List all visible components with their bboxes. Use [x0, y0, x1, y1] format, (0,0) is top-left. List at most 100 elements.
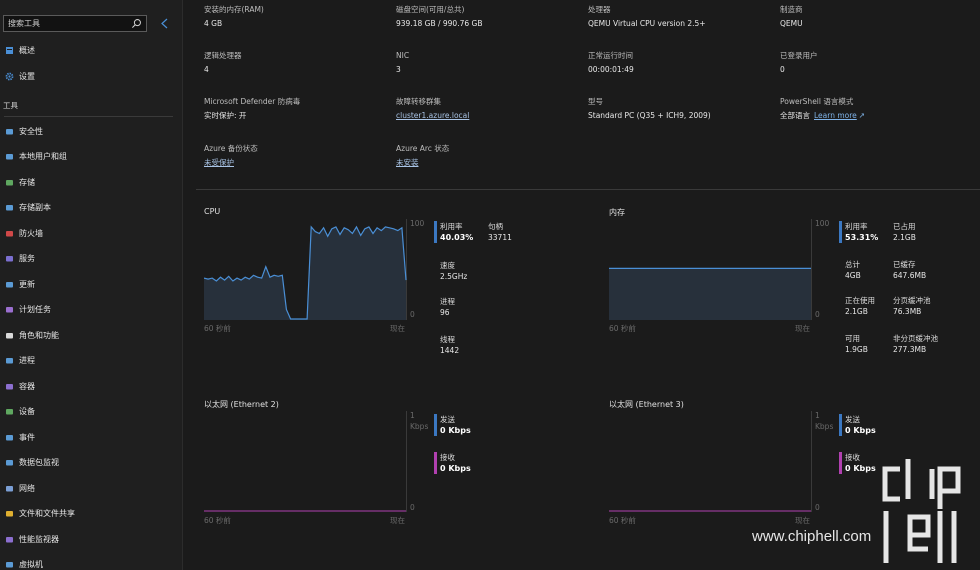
info-value-text[interactable]: 未安装 — [396, 158, 419, 167]
sidebar-item-label: 计划任务 — [19, 305, 51, 314]
sidebar-item-label: 角色和功能 — [19, 330, 59, 340]
sidebar-item-firewall[interactable]: 防火墙 — [0, 224, 178, 242]
sidebar-item-label: 文件和文件共享 — [19, 509, 75, 518]
watermark-text: www.chiphell.com — [752, 528, 872, 545]
sidebar-item-folder[interactable]: 文件和文件共享 — [0, 505, 178, 523]
info-value-link[interactable]: 未受保护 — [204, 158, 258, 168]
events-icon — [5, 433, 14, 442]
memory-y-max: 100 — [815, 219, 830, 228]
devices-icon — [5, 407, 14, 416]
sidebar-item-processes[interactable]: 进程 — [0, 352, 178, 370]
sidebar-item-label: 本地用户和组 — [19, 152, 67, 161]
nav-item-settings[interactable]: 设置 — [0, 67, 178, 85]
learn-more-link[interactable]: Learn more — [814, 111, 857, 120]
sidebar-item-roles[interactable]: 角色和功能 — [0, 326, 178, 344]
sidebar-item-label: 数据包监视 — [19, 458, 59, 467]
info-cell: 型号 Standard PC (Q35 + ICH9, 2009) — [588, 97, 711, 121]
nav-item-label: 概述 — [19, 45, 35, 55]
sidebar-item-label: 服务 — [19, 254, 35, 263]
info-value-text: 4 GB — [204, 19, 223, 28]
search-box[interactable] — [3, 15, 147, 32]
ethernet3-x-left: 60 秒前 — [609, 516, 636, 525]
info-key: Microsoft Defender 防病毒 — [204, 97, 301, 106]
memory-x-left: 60 秒前 — [609, 324, 636, 333]
info-value: 4 — [204, 65, 242, 75]
info-cell: 已登录用户 0 — [780, 51, 818, 75]
info-cell: Azure 备份状态 未受保护 — [204, 144, 258, 168]
roles-icon — [5, 331, 14, 340]
info-key: 安装的内存(RAM) — [204, 5, 264, 14]
ethernet2-x-right: 现在 — [390, 516, 405, 525]
sidebar-item-shield[interactable]: 安全性 — [0, 122, 178, 140]
cpu-utilization-stat: 利用率 40.03% — [434, 221, 473, 243]
updates-icon — [5, 280, 14, 289]
info-value: QEMU Virtual CPU version 2.5+ — [588, 19, 706, 29]
info-value: QEMU — [780, 19, 803, 29]
external-link-icon[interactable]: ↗ — [859, 111, 865, 120]
info-value-link[interactable]: cluster1.azure.local — [396, 111, 469, 121]
info-cell: 安装的内存(RAM) 4 GB — [204, 5, 264, 29]
sidebar-item-services[interactable]: 服务 — [0, 250, 178, 268]
cpu-y-min: 0 — [410, 310, 415, 319]
info-cell: 处理器 QEMU Virtual CPU version 2.5+ — [588, 5, 706, 29]
memory-x-right: 现在 — [795, 324, 810, 333]
sidebar-item-label: 事件 — [19, 432, 35, 442]
memory-committed-stat: 正在使用 2.1GB — [845, 296, 875, 316]
ethernet3-y-unit: Kbps — [815, 422, 834, 431]
info-key: 正常运行时间 — [588, 51, 633, 60]
divider — [4, 116, 173, 117]
cpu-chart — [204, 219, 407, 320]
ethernet2-y-max: 1 — [410, 411, 415, 420]
cpu-title: CPU — [204, 207, 221, 216]
virtual-machine-icon — [5, 560, 14, 569]
sidebar-item-users[interactable]: 本地用户和组 — [0, 148, 178, 166]
memory-available-stat: 可用 1.9GB — [845, 334, 868, 354]
info-value-text: 0 — [780, 65, 785, 74]
sidebar-item-scheduled-tasks[interactable]: 计划任务 — [0, 301, 178, 319]
info-value-text: 939.18 GB / 990.76 GB — [396, 19, 483, 28]
sidebar-item-label: 进程 — [19, 356, 35, 365]
info-cell: 逻辑处理器 4 — [204, 51, 242, 75]
info-value: 939.18 GB / 990.76 GB — [396, 19, 482, 29]
sidebar-item-label: 防火墙 — [19, 228, 43, 238]
sidebar-item-storage[interactable]: 存储 — [0, 173, 178, 191]
nav-item-overview[interactable]: 概述 — [0, 41, 178, 59]
sidebar-item-performance[interactable]: 性能监视器 — [0, 530, 178, 548]
info-key: 处理器 — [588, 5, 611, 14]
info-value-text: QEMU — [780, 19, 803, 28]
containers-icon — [5, 382, 14, 391]
search-icon[interactable] — [131, 18, 142, 29]
info-key: PowerShell 语言模式 — [780, 97, 854, 106]
storage-icon — [5, 178, 14, 187]
gear-icon — [5, 72, 14, 81]
ethernet2-x-left: 60 秒前 — [204, 516, 231, 525]
sidebar-item-label: 更新 — [19, 279, 35, 289]
info-cell: 制造商 QEMU — [780, 5, 803, 29]
firewall-icon — [5, 229, 14, 238]
info-value-text[interactable]: cluster1.azure.local — [396, 111, 469, 120]
sidebar-item-devices[interactable]: 设备 — [0, 403, 178, 421]
sidebar-item-containers[interactable]: 容器 — [0, 377, 178, 395]
sidebar-item-updates[interactable]: 更新 — [0, 275, 178, 293]
info-value: 4 GB — [204, 19, 264, 29]
search-input[interactable] — [8, 19, 126, 28]
sidebar-item-virtual-machine[interactable]: 虚拟机 — [0, 556, 178, 570]
collapse-sidebar-icon[interactable] — [159, 17, 171, 30]
sidebar-item-label: 设备 — [19, 407, 35, 416]
info-key: Azure Arc 状态 — [396, 144, 450, 153]
sidebar-item-storage-replica[interactable]: 存储副本 — [0, 199, 178, 217]
info-value-text: Standard PC (Q35 + ICH9, 2009) — [588, 111, 711, 120]
info-value-text[interactable]: 未受保护 — [204, 158, 234, 167]
sidebar-item-packet-monitor[interactable]: 数据包监视 — [0, 454, 178, 472]
info-value-link[interactable]: 未安装 — [396, 158, 449, 168]
info-key: NIC — [396, 51, 410, 60]
memory-chart — [609, 219, 812, 320]
memory-in-use-stat: 已占用 2.1GB — [893, 222, 916, 242]
info-value-text: 全部语言 — [780, 111, 810, 120]
info-key: 制造商 — [780, 5, 803, 14]
info-cell: NIC 3 — [396, 51, 409, 75]
sidebar-item-network[interactable]: 网络 — [0, 479, 178, 497]
sidebar-item-events[interactable]: 事件 — [0, 428, 178, 446]
sidebar-item-label: 存储 — [19, 177, 35, 187]
watermark: www.chiphell.com — [752, 455, 980, 570]
